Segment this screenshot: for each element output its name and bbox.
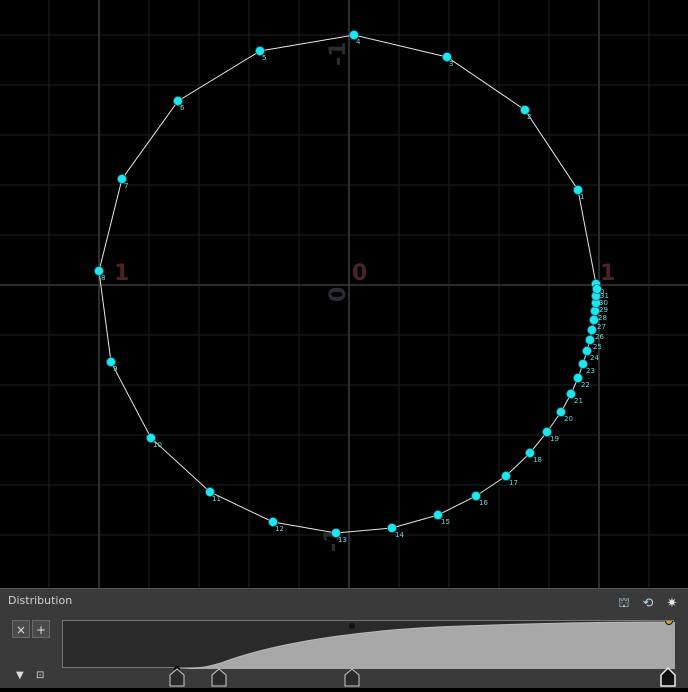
ring-point-label: 28 xyxy=(598,314,607,322)
viewport-canvas[interactable]: 1 1 0 0 -1 -1 01234567891011121314151617… xyxy=(0,0,688,588)
viewport[interactable]: 1 1 0 0 -1 -1 0 1 2 3 4 5 6 7 8 9 10 11 12 13 14 15 16 17… xyxy=(0,0,688,588)
ring-point-label: 13 xyxy=(338,536,347,544)
gear-icon[interactable]: ✷ xyxy=(664,596,680,612)
curve-fill xyxy=(63,622,675,669)
axis-label-left: 1 xyxy=(114,261,129,286)
curve-handle-3[interactable] xyxy=(344,668,360,687)
ring-point-label: 10 xyxy=(153,441,162,449)
axis-label-neg-one-top: -1 xyxy=(326,42,351,66)
curve-handle-1[interactable] xyxy=(169,666,185,687)
ring-point-label: 3 xyxy=(449,60,453,68)
ring-point-label: 20 xyxy=(564,415,573,423)
curve-canvas[interactable] xyxy=(63,621,675,669)
ring-point-label: 16 xyxy=(479,499,488,507)
ring-point-label: 7 xyxy=(124,182,128,190)
curve-editor[interactable] xyxy=(62,620,675,669)
axis-label-zero-rotated: 0 xyxy=(326,287,351,302)
ring-points[interactable]: 0123456789101112131415161718192021222324… xyxy=(94,30,609,545)
ring-point-label: 30 xyxy=(599,299,608,307)
ring-point-label: 5 xyxy=(262,54,266,62)
ring-point-label: 23 xyxy=(586,367,595,375)
ring-point-label: 25 xyxy=(593,343,602,351)
axis-label-right: 1 xyxy=(600,261,615,286)
ring-point-label: 11 xyxy=(212,495,221,503)
ring-point-label: 4 xyxy=(356,38,361,46)
ring-point-label: 31 xyxy=(600,292,609,300)
add-button[interactable]: + xyxy=(32,620,50,638)
ring-point-label: 14 xyxy=(395,531,404,539)
graph-icon[interactable]: ⛫ xyxy=(616,596,632,612)
ring-point-label: 17 xyxy=(509,479,518,487)
ring-point-label: 1 xyxy=(580,193,584,201)
ring-point-label: 8 xyxy=(101,274,105,282)
curve-tangent-point[interactable] xyxy=(349,623,355,629)
curve-handles xyxy=(0,660,688,688)
ring-point-label: 12 xyxy=(275,525,284,533)
graph-reset-icon[interactable]: ⟲ xyxy=(640,596,656,612)
ring-point-label: 15 xyxy=(441,518,450,526)
axis-label-zero: 0 xyxy=(352,261,367,286)
collapse-icon[interactable]: ▼ xyxy=(16,670,24,681)
ring-point-label: 27 xyxy=(597,323,606,331)
ring-point-label: 21 xyxy=(574,397,583,405)
ring-point-label: 6 xyxy=(180,104,185,112)
ring-point-label: 2 xyxy=(527,113,531,121)
ring-point-label: 9 xyxy=(113,365,117,373)
curve-handle-4[interactable] xyxy=(660,666,676,687)
ring-point-label: 29 xyxy=(599,306,608,314)
ring-point-label: 22 xyxy=(581,381,590,389)
ring-point-label: 24 xyxy=(590,354,599,362)
ring-point-label: 18 xyxy=(533,456,542,464)
panel-title: Distribution xyxy=(8,594,73,607)
ring-point-label: 26 xyxy=(595,333,604,341)
frame-icon[interactable]: ⊡ xyxy=(36,670,44,681)
remove-button[interactable]: × xyxy=(12,620,30,638)
curve-handle-2[interactable] xyxy=(211,660,227,687)
ring-point-label: 19 xyxy=(550,435,559,443)
curve-end-point[interactable] xyxy=(665,621,673,625)
